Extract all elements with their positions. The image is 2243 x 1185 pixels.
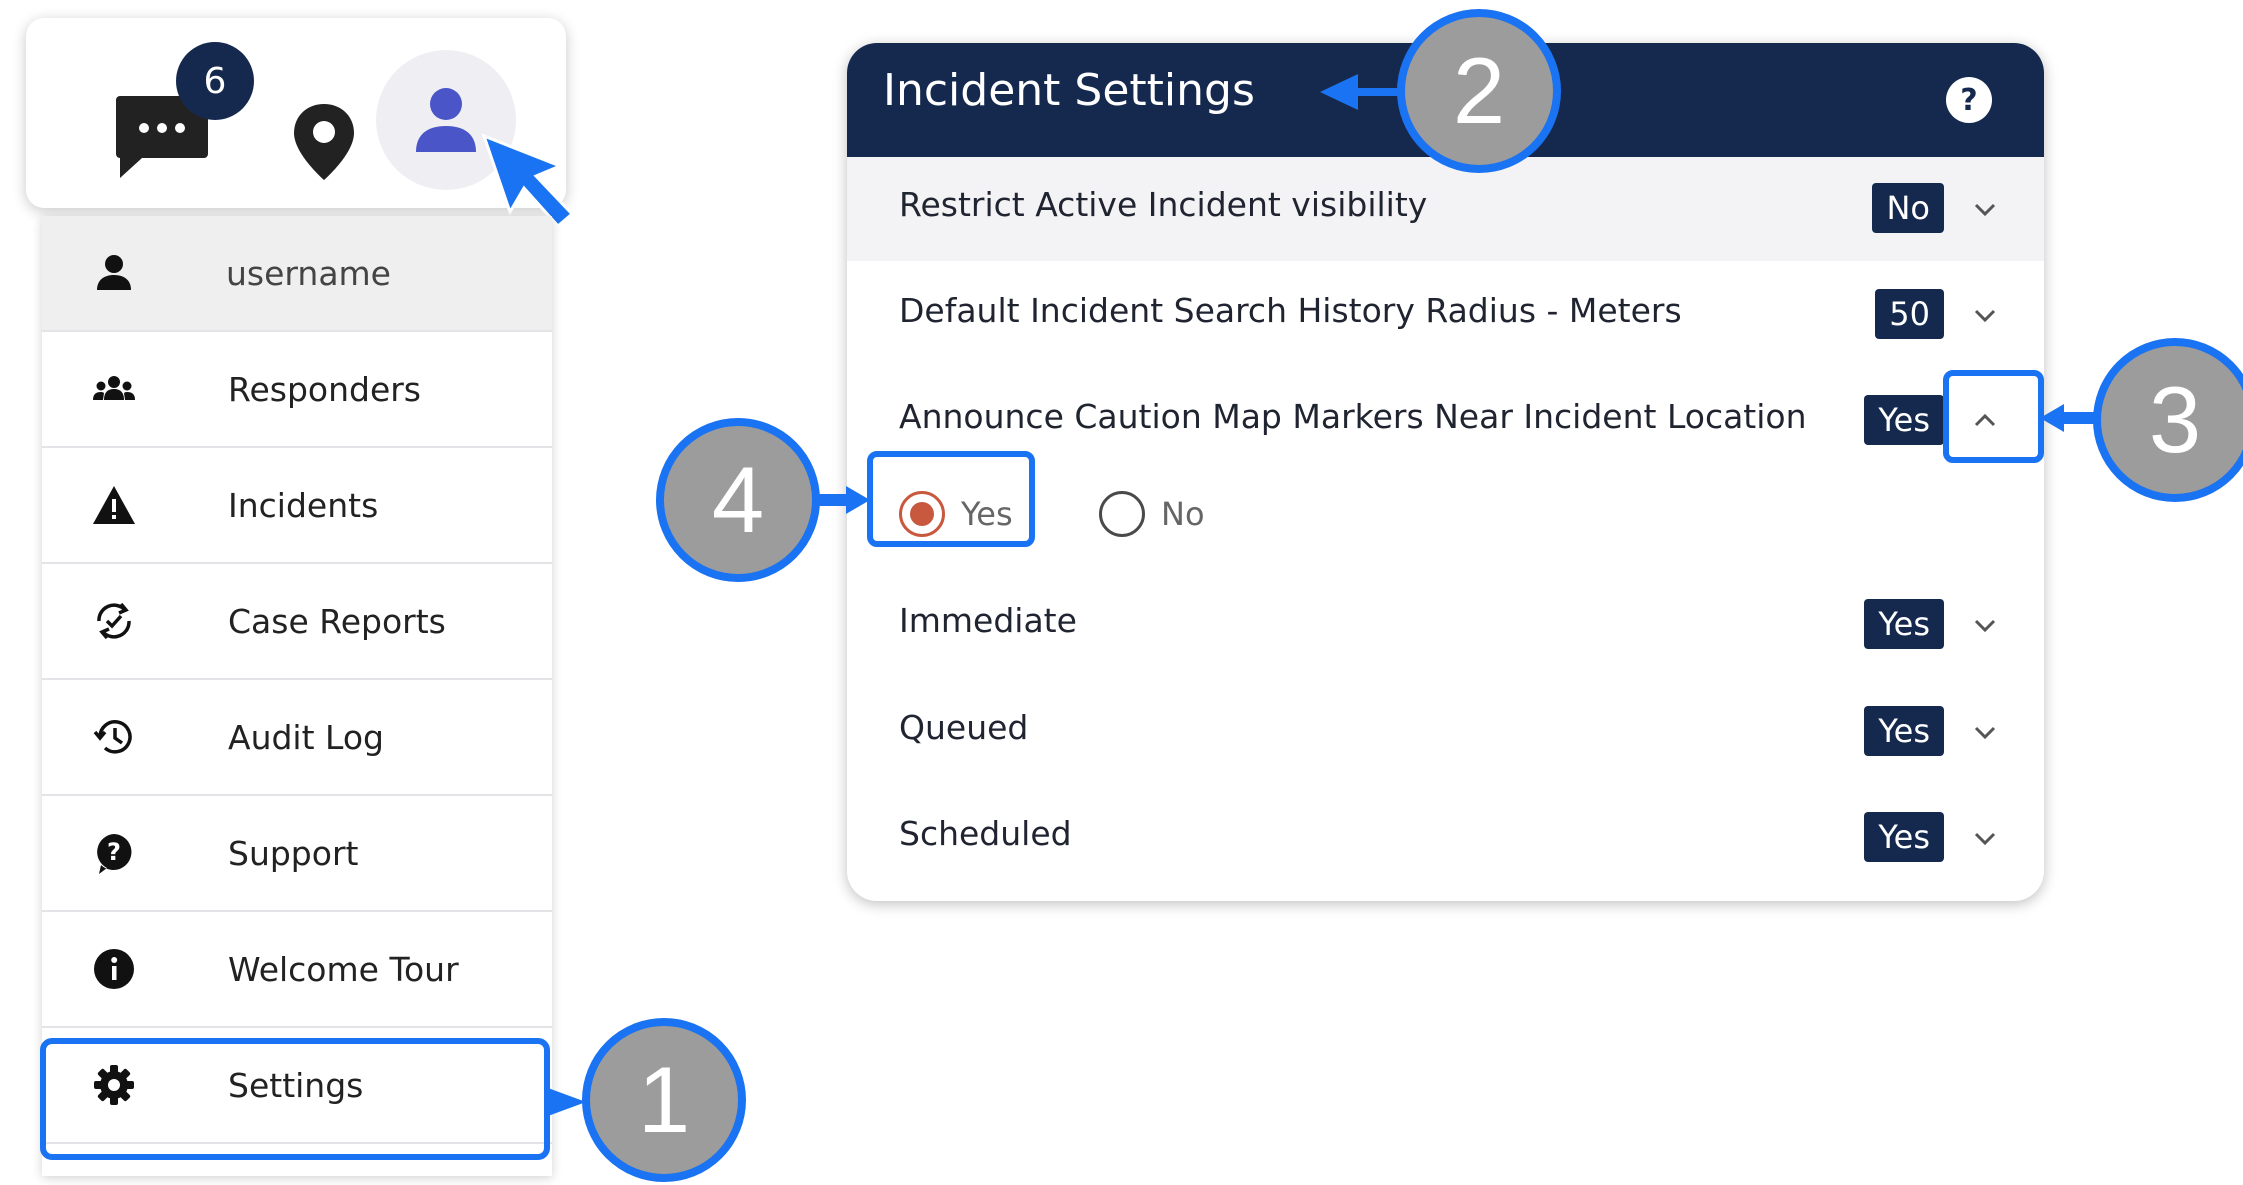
user-avatar-icon xyxy=(416,88,476,152)
menu-item-support[interactable]: ? Support xyxy=(42,796,552,912)
map-pin-icon[interactable] xyxy=(291,102,357,182)
warning-icon xyxy=(88,479,140,531)
notification-badge: 6 xyxy=(176,42,254,120)
setting-label: Scheduled xyxy=(899,814,1072,853)
callout-connector xyxy=(818,486,870,514)
history-icon xyxy=(88,711,140,763)
setting-value-badge: Yes xyxy=(1864,395,1944,445)
info-icon xyxy=(88,943,140,995)
setting-value-badge: Yes xyxy=(1864,599,1944,649)
setting-value-badge: 50 xyxy=(1875,289,1944,339)
setting-row-restrict-visibility[interactable]: Restrict Active Incident visibility No xyxy=(847,157,2044,261)
step-1-callout: 1 xyxy=(582,1018,746,1182)
chevron-down-icon[interactable] xyxy=(1970,613,2000,637)
setting-value-badge: No xyxy=(1872,183,1944,233)
settings-highlight-box xyxy=(40,1038,550,1160)
menu-item-label: Support xyxy=(228,833,359,873)
setting-label: Queued xyxy=(899,708,1029,747)
menu-item-label: Responders xyxy=(228,369,422,409)
help-bubble-icon: ? xyxy=(88,827,140,879)
svg-text:?: ? xyxy=(1960,83,1977,118)
setting-row-queued[interactable]: Queued Yes xyxy=(847,680,2044,784)
radio-button[interactable] xyxy=(1099,491,1145,537)
callout-connector xyxy=(2040,404,2098,432)
help-icon[interactable]: ? xyxy=(1944,75,1994,125)
panel-title: Incident Settings xyxy=(883,65,1255,116)
chevron-highlight-box xyxy=(1943,370,2044,463)
step-3-callout: 3 xyxy=(2093,338,2243,502)
group-icon xyxy=(88,363,140,415)
menu-item-label: username xyxy=(226,253,391,293)
svg-text:?: ? xyxy=(107,838,121,866)
chevron-down-icon[interactable] xyxy=(1970,826,2000,850)
setting-label: Restrict Active Incident visibility xyxy=(899,185,1428,224)
radio-yes-highlight-box xyxy=(867,451,1035,547)
setting-label: Default Incident Search History Radius -… xyxy=(899,291,1682,330)
chevron-down-icon[interactable] xyxy=(1970,303,2000,327)
setting-label: Announce Caution Map Markers Near Incide… xyxy=(899,397,1807,436)
setting-row-search-radius[interactable]: Default Incident Search History Radius -… xyxy=(847,263,2044,367)
menu-item-audit-log[interactable]: Audit Log xyxy=(42,680,552,796)
menu-item-label: Case Reports xyxy=(228,601,446,641)
setting-row-scheduled[interactable]: Scheduled Yes xyxy=(847,786,2044,890)
menu-item-label: Incidents xyxy=(228,485,379,525)
chevron-down-icon[interactable] xyxy=(1970,197,2000,221)
refresh-check-icon xyxy=(88,595,140,647)
menu-item-case-reports[interactable]: Case Reports xyxy=(42,564,552,680)
radio-no[interactable]: No xyxy=(1099,491,1205,537)
step-4-callout: 4 xyxy=(656,418,820,582)
menu-item-username[interactable]: username xyxy=(42,216,552,332)
menu-item-label: Audit Log xyxy=(228,717,384,757)
setting-value-badge: Yes xyxy=(1864,812,1944,862)
user-dropdown-menu: username Responders Incidents Case Repor… xyxy=(42,216,552,1176)
menu-item-incidents[interactable]: Incidents xyxy=(42,448,552,564)
radio-label: No xyxy=(1161,495,1205,533)
setting-label: Immediate xyxy=(899,601,1077,640)
setting-value-badge: Yes xyxy=(1864,706,1944,756)
chevron-down-icon[interactable] xyxy=(1970,720,2000,744)
menu-item-welcome-tour[interactable]: Welcome Tour xyxy=(42,912,552,1028)
menu-item-label: Welcome Tour xyxy=(228,949,459,989)
step-2-callout: 2 xyxy=(1397,9,1561,173)
setting-row-immediate[interactable]: Immediate Yes xyxy=(847,573,2044,677)
user-icon xyxy=(88,247,140,299)
menu-item-responders[interactable]: Responders xyxy=(42,332,552,448)
